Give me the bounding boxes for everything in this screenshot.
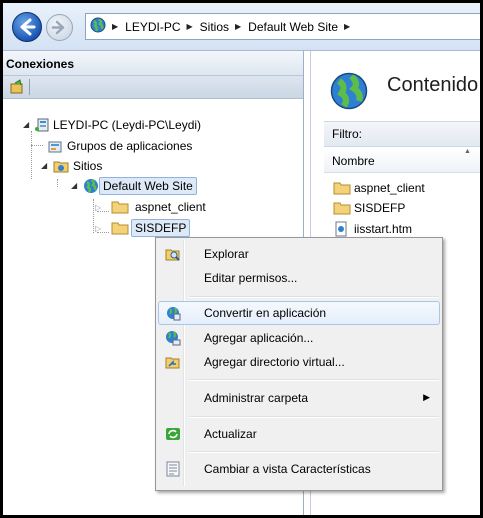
globe-icon [329,71,369,114]
column-header-name[interactable]: Nombre ▲ [324,148,480,173]
menu-item-administrar-carpeta[interactable]: Administrar carpeta ▶ [158,386,440,410]
menu-item-editar-permisos[interactable]: Editar permisos... [158,266,440,290]
expand-icon[interactable]: ▷ [95,199,101,217]
expand-icon[interactable]: ▷ [95,220,101,238]
chevron-right-icon: ▶ [186,22,193,31]
tree-guide-line [31,145,43,146]
folder-icon [333,200,351,221]
column-header-label: Nombre [332,154,375,168]
sites-folder-icon [53,158,69,179]
chevron-right-icon: ▶ [112,22,119,31]
tree-guide-line [31,131,32,179]
menu-separator [189,416,439,418]
breadcrumb-item[interactable]: Default Web Site [248,20,338,34]
chevron-right-icon: ▶ [235,22,242,31]
menu-item-label: Administrar carpeta [204,391,309,405]
menu-item-label: Agregar aplicación... [204,331,314,345]
app-pools-icon [47,138,63,159]
folder-icon [333,180,351,201]
menu-item-label: Convertir en aplicación [204,306,327,320]
iis-manager-window: ▶ LEYDI-PC ▶ Sitios ▶ Default Web Site ▶… [3,3,480,515]
tree-guide-line [93,199,94,233]
back-arrow-icon[interactable] [12,12,42,42]
breadcrumb-item[interactable]: Sitios [200,20,229,34]
collapse-icon[interactable]: ◢ [71,177,77,195]
filter-bar[interactable]: Filtro: [324,121,480,147]
breadcrumb-item[interactable]: LEYDI-PC [125,20,180,34]
chevron-right-icon: ▶ [344,22,351,31]
sort-ascending-icon: ▲ [464,148,471,155]
menu-item-cambiar-vista[interactable]: Cambiar a vista Características [158,457,440,481]
filter-label: Filtro: [332,127,362,141]
menu-item-label: Explorar [204,247,249,261]
toolbar-divider [29,79,30,95]
menu-item-label: Agregar directorio virtual... [204,355,345,369]
menu-item-convertir-en-aplicacion[interactable]: Convertir en aplicación [158,301,440,325]
tree-node-label[interactable]: Default Web Site [99,177,197,195]
connections-toolbar [3,76,303,99]
menu-item-agregar-directorio-virtual[interactable]: Agregar directorio virtual... [158,350,440,374]
tree-guide-line [57,179,58,187]
menu-separator [189,379,439,381]
explore-icon [165,246,181,265]
menu-item-actualizar[interactable]: Actualizar [158,422,440,446]
menu-separator [189,296,439,298]
globe-icon [83,178,99,199]
tree-node-label[interactable]: SISDEFP [131,219,191,237]
list-item-label: aspnet_client [354,181,425,195]
submenu-arrow-icon: ▶ [423,392,430,402]
globe-icon [90,17,106,36]
menu-item-label: Editar permisos... [204,271,298,285]
menu-item-label: Cambiar a vista Características [204,462,371,476]
address-bar: ▶ LEYDI-PC ▶ Sitios ▶ Default Web Site ▶ [3,3,480,51]
menu-item-agregar-aplicacion[interactable]: Agregar aplicación... [158,326,440,350]
menu-item-explorar[interactable]: Explorar [158,242,440,266]
menu-item-label: Actualizar [204,427,257,441]
add-app-icon [165,330,181,349]
features-view-icon [165,461,181,480]
context-menu: Explorar Editar permisos... Convertir en… [155,237,443,491]
breadcrumb[interactable]: ▶ LEYDI-PC ▶ Sitios ▶ Default Web Site ▶ [85,13,480,40]
tree-node-label[interactable]: LEYDI-PC (Leydi-PC\Leydi) [53,116,201,134]
tree-node-label[interactable]: Grupos de aplicaciones [67,137,192,155]
tree-node-label[interactable]: Sitios [73,157,102,175]
folder-icon [111,220,129,241]
connect-icon[interactable] [9,79,25,98]
menu-separator [189,451,439,453]
server-icon [35,117,51,138]
list-item-label: iisstart.htm [354,222,413,236]
collapse-icon[interactable]: ◢ [23,116,29,134]
page-title: Contenido [387,74,479,96]
convert-app-icon [165,305,181,324]
folder-icon [111,199,129,220]
forward-arrow-icon[interactable] [46,14,73,41]
connections-header: Conexiones [3,51,303,76]
refresh-icon [165,426,181,445]
collapse-icon[interactable]: ◢ [41,157,47,175]
add-virtual-dir-icon [165,354,181,373]
tree-node-label[interactable]: aspnet_client [135,198,206,216]
list-item-label: SISDEFP [354,201,406,215]
